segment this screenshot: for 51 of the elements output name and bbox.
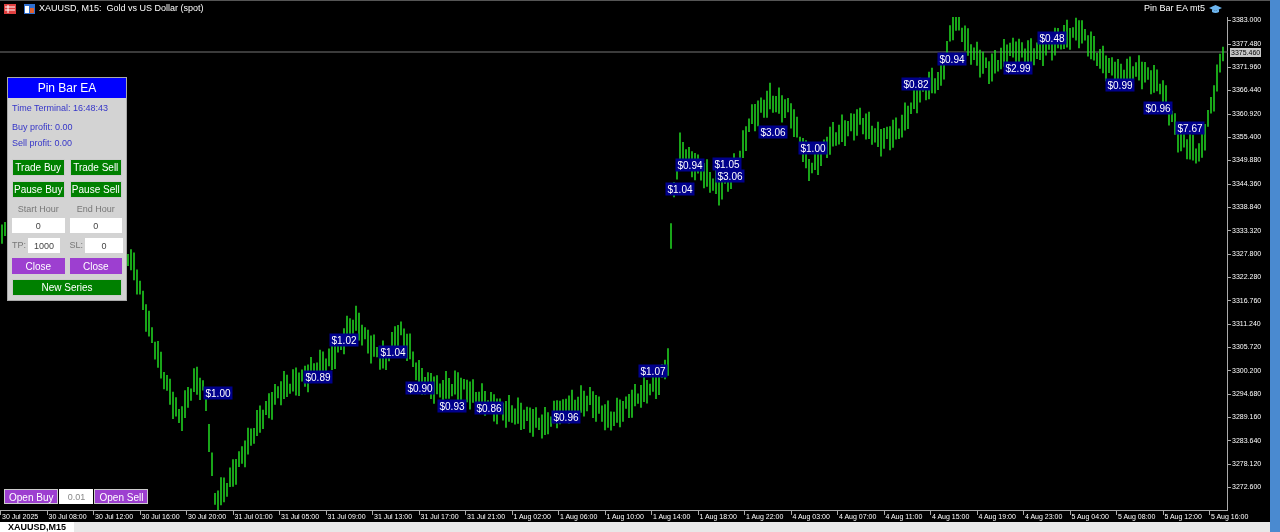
sl-field[interactable]: 0 [85,238,123,253]
profit-label: $1.05 [712,157,742,171]
tp-field[interactable]: 1000 [28,238,60,253]
close-button[interactable]: Close [12,258,65,274]
profit-label: $0.94 [675,158,705,172]
profit-label: $1.02 [329,333,359,347]
profit-label: $0.48 [1037,31,1067,45]
chart-icon[interactable] [24,4,35,14]
close-button[interactable]: Close [69,258,122,274]
profit-label: $0.89 [303,370,333,384]
tp-label: TP: [12,238,26,252]
profit-label: $2.99 [1003,61,1033,75]
trade-button[interactable]: Trade Buy [12,158,65,176]
profit-label: $1.07 [638,364,668,378]
profit-label: $0.99 [1105,78,1135,92]
profit-label: $0.94 [937,52,967,66]
profit-label: $1.04 [378,345,408,359]
profit-label: $1.00 [203,386,233,400]
graduation-cap-icon [1209,4,1222,14]
trade-button[interactable]: Pause Buy [12,180,65,198]
panel-title: Pin Bar EA [8,78,126,98]
new-series-button[interactable]: New Series [12,279,122,296]
profit-label: $1.00 [798,141,828,155]
open-sell-button[interactable]: Open Sell [94,489,149,504]
profit-label: $1.04 [665,182,695,196]
chart-tab[interactable]: XAUUSD,M15 [0,522,74,532]
profit-label: $7.67 [1175,121,1205,135]
chart-title: XAUUSD, M15: Gold vs US Dollar (spot) [39,2,204,16]
sell-profit: Sell profit: 0.00 [12,137,74,150]
terminal-time: Time Terminal: 16:48:43 [12,102,110,115]
profit-label: $3.06 [715,169,745,183]
open-buy-button[interactable]: Open Buy [4,489,59,504]
profit-label: $0.90 [405,381,435,395]
sl-label: SL: [69,238,83,252]
end-hour-field[interactable]: 0 [69,218,122,233]
start-hour-field[interactable]: 0 [12,218,65,233]
table-icon[interactable] [4,4,16,14]
profit-label: $0.82 [901,77,931,91]
trade-button[interactable]: Trade Sell [69,158,122,176]
buy-profit: Buy profit: 0.00 [12,120,74,134]
volume-field[interactable]: 0.01 [59,489,94,504]
profit-label: $0.86 [474,401,504,415]
expert-name: Pin Bar EA mt5 [1143,2,1205,16]
profit-label: $0.96 [551,410,581,424]
trade-button[interactable]: Pause Sell [69,180,122,198]
profit-label: $0.96 [1143,101,1173,115]
scrollbar[interactable] [1270,0,1280,532]
start-hour-label: Start Hour [16,202,60,216]
profit-label: $3.06 [758,125,788,139]
profit-label: $0.93 [437,399,467,413]
end-hour-label: End Hour [75,202,116,216]
